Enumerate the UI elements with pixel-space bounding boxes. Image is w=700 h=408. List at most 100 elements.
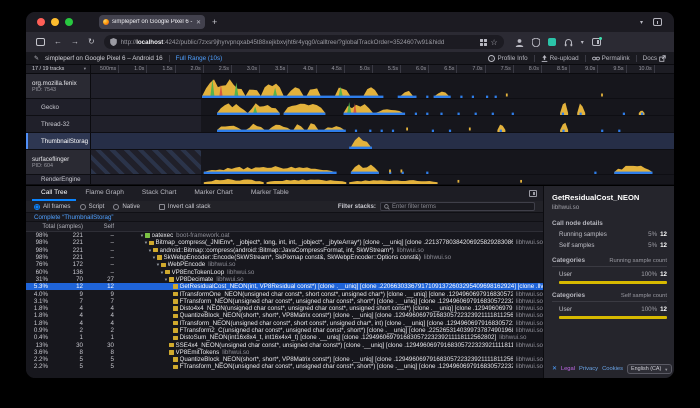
- breadcrumb-item[interactable]: Complete “ThumbnailStorag”: [34, 214, 113, 221]
- close-icon[interactable]: ✕: [552, 366, 557, 372]
- tab-list-chevron-icon[interactable]: ▾: [640, 19, 643, 26]
- minimize-window-button[interactable]: [51, 18, 59, 26]
- radio-script[interactable]: Script: [80, 203, 105, 210]
- table-row[interactable]: 4.0%99ITransformOne_NEON(unsigned char c…: [26, 290, 543, 297]
- full-range-button[interactable]: Full Range (10s): [176, 55, 223, 62]
- table-row[interactable]: 1.8%44Disto4x4_NEON(unsigned char const*…: [26, 305, 543, 312]
- tab-marker-table[interactable]: Marker Table: [242, 186, 298, 201]
- radio-all-frames[interactable]: All frames: [34, 203, 71, 210]
- timeline-ruler-ticks[interactable]: 500ms1.0s1.5s2.0s2.5s3.0s3.5s4.0s4.5s5.0…: [91, 65, 674, 73]
- category-square-icon: [173, 321, 178, 326]
- track-activity-chart[interactable]: [91, 150, 674, 174]
- track-chart-area[interactable]: [91, 99, 674, 115]
- table-row[interactable]: 98%221–▼Bitmap_compress(_JNIEnv*, _jobje…: [26, 239, 543, 246]
- filter-input[interactable]: Enter filter terms: [380, 202, 535, 211]
- close-window-button[interactable]: [37, 18, 45, 26]
- track-activity-chart[interactable]: [91, 74, 674, 98]
- shield-icon[interactable]: [110, 38, 117, 46]
- track-label[interactable]: RenderEngine: [26, 175, 91, 184]
- track-row-renderengine[interactable]: RenderEngine: [26, 175, 674, 185]
- forward-icon[interactable]: →: [71, 38, 79, 46]
- table-row[interactable]: 2.2%55QuantizeBlock_NEON(short*, short*,…: [26, 356, 543, 363]
- reload-icon[interactable]: ↻: [88, 38, 95, 46]
- table-row[interactable]: 3.6%88VP8EmitTokenslibhwui.so: [26, 349, 543, 356]
- tab-call-tree[interactable]: Call Tree: [32, 186, 76, 201]
- table-row[interactable]: 98%221–▼SkWebpEncoder::Encode(SkWStream*…: [26, 254, 543, 261]
- panel-sidebar-toggle-icon[interactable]: [529, 190, 537, 197]
- account-icon[interactable]: [515, 38, 524, 47]
- track-chart-area[interactable]: [91, 133, 674, 149]
- browser-tab[interactable]: simpleperf on Google Pixel 6 - / ✕: [99, 15, 205, 29]
- cell-function: FTransform_NEON(unsigned char const*, un…: [137, 298, 543, 305]
- track-row-surfaceflinger[interactable]: surfaceflingerPID: 604: [26, 150, 674, 175]
- chevron-down-icon[interactable]: ▾: [581, 39, 584, 46]
- detail-label: Self samples: [559, 242, 594, 249]
- radio-native[interactable]: Native: [113, 203, 140, 210]
- url-bar[interactable]: http://localhost:4242/public/7zxsr9jhyrv…: [104, 35, 504, 49]
- table-row[interactable]: 1.8%44QuantizeBlock_NEON(short*, short*,…: [26, 312, 543, 319]
- language-select[interactable]: English (CA)▼: [627, 364, 672, 374]
- extension-shield-icon[interactable]: [532, 38, 540, 47]
- track-activity-chart[interactable]: [91, 99, 674, 115]
- bookmark-star-icon[interactable]: ☆: [491, 38, 498, 47]
- track-label[interactable]: Gecko: [26, 99, 91, 115]
- table-row[interactable]: 13%3030SSE4x4_NEON(unsigned char const*,…: [26, 341, 543, 348]
- track-activity-chart[interactable]: [91, 116, 674, 132]
- browser-panel-icon[interactable]: [592, 38, 601, 46]
- table-row[interactable]: 2.2%55FTransform_NEON(unsigned char cons…: [26, 363, 543, 370]
- track-label[interactable]: surfaceflingerPID: 604: [26, 150, 91, 174]
- track-chart-area[interactable]: [91, 175, 674, 184]
- back-icon[interactable]: ←: [54, 38, 62, 46]
- permalink-button[interactable]: Permalink: [592, 55, 630, 62]
- table-row[interactable]: 5.3%1212GetResidualCost_NEON(int, VP8Res…: [26, 283, 543, 290]
- sidebar-toggle-icon[interactable]: [36, 38, 45, 46]
- track-row-thread-32[interactable]: Thread-32: [26, 116, 674, 133]
- table-row[interactable]: 31%7027▼VP8Decimatelibhwui.so: [26, 276, 543, 283]
- table-row[interactable]: 0.9%22FTransform2_C(unsigned char const*…: [26, 327, 543, 334]
- table-row[interactable]: 3.1%77FTransform_NEON(unsigned char cons…: [26, 298, 543, 305]
- profile-info-button[interactable]: iProfile Info: [488, 55, 527, 62]
- docs-link[interactable]: Docs: [643, 55, 666, 62]
- tab-stack-chart[interactable]: Stack Chart: [133, 186, 185, 201]
- table-row[interactable]: 98%221–▼oatexecboot-framework.oat: [26, 232, 543, 239]
- privacy-link[interactable]: Privacy: [579, 366, 598, 372]
- reupload-button[interactable]: Re-upload: [541, 55, 579, 62]
- extensions-grid-icon[interactable]: [480, 39, 487, 46]
- profile-name[interactable]: simpleperf on Google Pixel 6 – Android 1…: [45, 55, 163, 62]
- new-tab-button[interactable]: +: [212, 18, 217, 27]
- table-row[interactable]: 98%221–▼android::Bitmap::compress(androi…: [26, 247, 543, 254]
- track-label[interactable]: Thread-32: [26, 116, 91, 132]
- total-column-header[interactable]: Total (samples): [26, 224, 86, 230]
- url-text[interactable]: http://localhost:4242/public/7zxsr9jhyrv…: [121, 39, 476, 46]
- self-column-header[interactable]: Self: [86, 224, 117, 230]
- tab-marker-chart[interactable]: Marker Chart: [185, 186, 241, 201]
- downloads-tray-icon[interactable]: [653, 18, 662, 26]
- invert-call-stack-checkbox[interactable]: Invert call stack: [159, 203, 211, 210]
- ruler-tick-label: 9.0s: [570, 65, 598, 73]
- track-activity-chart[interactable]: [91, 133, 674, 149]
- tracks-count-dropdown[interactable]: 17 / 19 tracks ▾: [26, 65, 91, 73]
- tab-close-icon[interactable]: ✕: [196, 19, 201, 26]
- zoom-window-button[interactable]: [65, 18, 73, 26]
- tab-flame-graph[interactable]: Flame Graph: [76, 186, 132, 201]
- track-chart-area[interactable]: [91, 116, 674, 132]
- track-chart-area[interactable]: [91, 74, 674, 98]
- track-label[interactable]: ThumbnailStorag: [26, 133, 91, 149]
- table-row[interactable]: 60%136–▼VP8EncTokenLooplibhwui.so: [26, 268, 543, 275]
- table-row[interactable]: 0.4%11DistoSum_NEON(int16x8x4_t, int16x4…: [26, 334, 543, 341]
- extension-teal-icon[interactable]: [548, 38, 556, 46]
- table-row[interactable]: 1.8%44ITransform_NEON(unsigned char cons…: [26, 320, 543, 327]
- track-row-org-mozilla-fenix[interactable]: org.mozilla.fenixPID: 7543: [26, 74, 674, 99]
- track-activity-chart[interactable]: [91, 175, 674, 184]
- track-chart-area[interactable]: [91, 150, 674, 174]
- cookies-link[interactable]: Cookies: [602, 366, 623, 372]
- edit-metadata-icon[interactable]: ✎: [34, 55, 39, 62]
- track-row-gecko[interactable]: Gecko: [26, 99, 674, 116]
- headphones-icon[interactable]: [564, 38, 573, 47]
- breadcrumb[interactable]: Complete “ThumbnailStorag”: [26, 213, 543, 222]
- track-label[interactable]: org.mozilla.fenixPID: 7543: [26, 74, 91, 98]
- track-row-thumbnailstorag[interactable]: ThumbnailStorag: [26, 133, 674, 150]
- legal-link[interactable]: Legal: [561, 366, 575, 372]
- table-row[interactable]: 76%172–▼WebPEncodelibhwui.so: [26, 261, 543, 268]
- category-percent: 100%: [641, 306, 657, 313]
